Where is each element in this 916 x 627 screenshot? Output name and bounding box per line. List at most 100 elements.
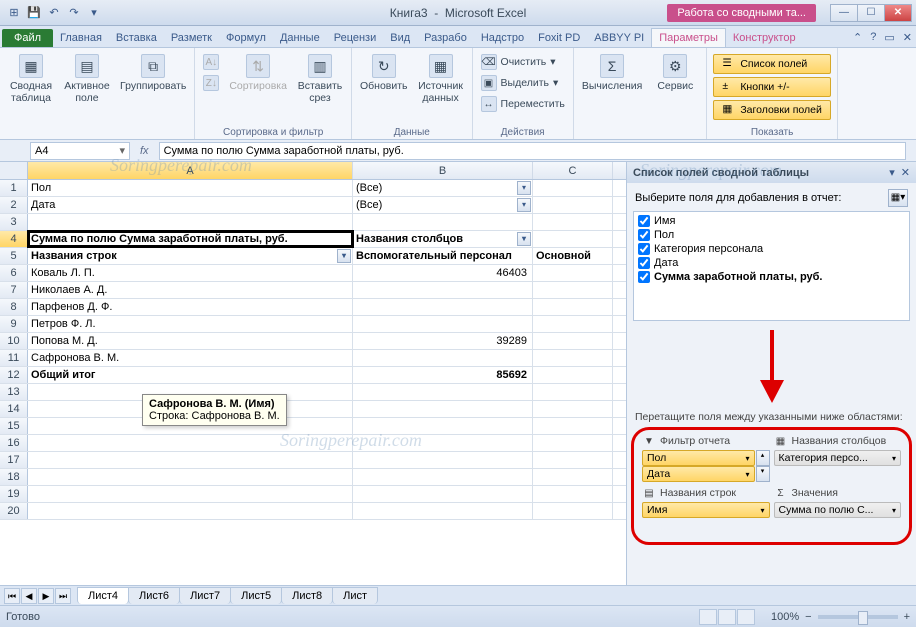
- cell[interactable]: [353, 435, 533, 451]
- field-item[interactable]: Сумма заработной платы, руб.: [636, 270, 907, 284]
- datasource-button[interactable]: ▦Источник данных: [416, 52, 466, 106]
- field-checkbox[interactable]: [638, 243, 650, 255]
- group-button[interactable]: ⧉Группировать: [118, 52, 188, 94]
- row-header[interactable]: 6: [0, 265, 28, 281]
- mdi-restore-icon[interactable]: ▭: [884, 31, 894, 44]
- field-item[interactable]: Имя: [636, 214, 907, 228]
- cell[interactable]: [533, 452, 613, 468]
- table-row[interactable]: 20: [0, 503, 626, 520]
- nav-last[interactable]: ⏭: [55, 588, 71, 604]
- help-icon[interactable]: ?: [870, 31, 876, 44]
- name-box[interactable]: A4▾: [30, 142, 130, 160]
- row-header[interactable]: 9: [0, 316, 28, 332]
- row-header[interactable]: 5: [0, 248, 28, 264]
- field-item[interactable]: Пол: [636, 228, 907, 242]
- cell[interactable]: Коваль Л. П.: [28, 265, 353, 281]
- nav-prev[interactable]: ◀: [21, 588, 37, 604]
- field-checkbox[interactable]: [638, 257, 650, 269]
- table-row[interactable]: 15: [0, 418, 626, 435]
- table-row[interactable]: 8Парфенов Д. Ф.: [0, 299, 626, 316]
- ribbon-min-icon[interactable]: ⌃: [853, 31, 862, 44]
- table-row[interactable]: 2Дата(Все)▾: [0, 197, 626, 214]
- cell[interactable]: [533, 350, 613, 366]
- table-row[interactable]: 10Попова М. Д.39289: [0, 333, 626, 350]
- col-header-b[interactable]: B: [353, 162, 533, 179]
- cell[interactable]: Названия строк▾: [28, 248, 353, 264]
- filter-dropdown-icon[interactable]: ▾: [337, 249, 351, 263]
- table-row[interactable]: 4Сумма по полю Сумма заработной платы, р…: [0, 231, 626, 248]
- cell[interactable]: [533, 469, 613, 485]
- pane-dropdown-icon[interactable]: ▾: [889, 166, 895, 179]
- row-header[interactable]: 1: [0, 180, 28, 196]
- field-checkbox[interactable]: [638, 271, 650, 283]
- tab-Надстро[interactable]: Надстро: [474, 29, 531, 47]
- close-button[interactable]: ✕: [884, 4, 912, 22]
- cell[interactable]: [28, 435, 353, 451]
- table-row[interactable]: 17: [0, 452, 626, 469]
- cell[interactable]: [533, 503, 613, 519]
- cell[interactable]: [353, 469, 533, 485]
- cell[interactable]: Попова М. Д.: [28, 333, 353, 349]
- tab-Foxit PD[interactable]: Foxit PD: [531, 29, 587, 47]
- filter-dropdown-icon[interactable]: ▾: [517, 198, 531, 212]
- row-header[interactable]: 7: [0, 282, 28, 298]
- filter-item[interactable]: Дата▾: [642, 466, 755, 482]
- formula-input[interactable]: Сумма по полю Сумма заработной платы, ру…: [159, 142, 906, 160]
- table-row[interactable]: 3: [0, 214, 626, 231]
- redo-icon[interactable]: ↷: [66, 5, 82, 21]
- sheet-tab[interactable]: Лист5: [230, 587, 282, 604]
- cell[interactable]: [353, 401, 533, 417]
- tab-Формул[interactable]: Формул: [219, 29, 273, 47]
- service-button[interactable]: ⚙Сервис: [650, 52, 700, 94]
- cell[interactable]: [353, 282, 533, 298]
- vals-item[interactable]: Сумма по полю С...▾: [774, 502, 902, 518]
- tab-Рецензи[interactable]: Рецензи: [327, 29, 384, 47]
- row-header[interactable]: 4: [0, 231, 28, 247]
- cell[interactable]: Пол: [28, 180, 353, 196]
- cell[interactable]: [353, 214, 533, 230]
- table-row[interactable]: 9Петров Ф. Л.: [0, 316, 626, 333]
- filter-dropdown-icon[interactable]: ▾: [517, 181, 531, 195]
- table-row[interactable]: 5Названия строк▾Вспомогательный персонал…: [0, 248, 626, 265]
- cell[interactable]: [533, 418, 613, 434]
- sheet-tab[interactable]: Лист4: [77, 587, 129, 604]
- cell[interactable]: [533, 401, 613, 417]
- cell[interactable]: [533, 384, 613, 400]
- tab-Вид[interactable]: Вид: [383, 29, 417, 47]
- cell[interactable]: Парфенов Д. Ф.: [28, 299, 353, 315]
- filter-dropdown-icon[interactable]: ▾: [517, 232, 531, 246]
- cell[interactable]: [28, 469, 353, 485]
- cell[interactable]: [353, 316, 533, 332]
- move-button[interactable]: ↔Переместить: [479, 94, 567, 114]
- worksheet[interactable]: A B C 1Пол(Все)▾2Дата(Все)▾34Сумма по по…: [0, 162, 626, 585]
- cell[interactable]: [28, 503, 353, 519]
- table-row[interactable]: 7Николаев А. Д.: [0, 282, 626, 299]
- cell[interactable]: [533, 180, 613, 196]
- sheet-tab[interactable]: Лист7: [179, 587, 231, 604]
- row-header[interactable]: 8: [0, 299, 28, 315]
- row-header[interactable]: 15: [0, 418, 28, 434]
- cell[interactable]: [28, 452, 353, 468]
- cell[interactable]: Основной: [533, 248, 613, 264]
- row-header[interactable]: 13: [0, 384, 28, 400]
- table-row[interactable]: 13: [0, 384, 626, 401]
- cell[interactable]: 39289: [353, 333, 533, 349]
- fieldlist-toggle[interactable]: ☰Список полей: [713, 54, 831, 74]
- cell[interactable]: [533, 316, 613, 332]
- tab-Данные[interactable]: Данные: [273, 29, 327, 47]
- cell[interactable]: Сумма по полю Сумма заработной платы, ру…: [28, 231, 353, 247]
- cell[interactable]: Названия столбцов▾: [353, 231, 533, 247]
- cell[interactable]: [533, 282, 613, 298]
- headers-toggle[interactable]: ▦Заголовки полей: [713, 100, 831, 120]
- row-header[interactable]: 14: [0, 401, 28, 417]
- cell[interactable]: [353, 486, 533, 502]
- select-all-corner[interactable]: [0, 162, 28, 179]
- table-row[interactable]: 1Пол(Все)▾: [0, 180, 626, 197]
- field-list[interactable]: ИмяПолКатегория персоналаДатаСумма зараб…: [633, 211, 910, 321]
- vals-drop[interactable]: ΣЗначения Сумма по полю С...▾: [774, 486, 902, 518]
- cell[interactable]: [533, 265, 613, 281]
- table-row[interactable]: 14: [0, 401, 626, 418]
- cell[interactable]: Петров Ф. Л.: [28, 316, 353, 332]
- tab-params[interactable]: Параметры: [651, 28, 726, 47]
- zoom-slider[interactable]: [818, 615, 898, 619]
